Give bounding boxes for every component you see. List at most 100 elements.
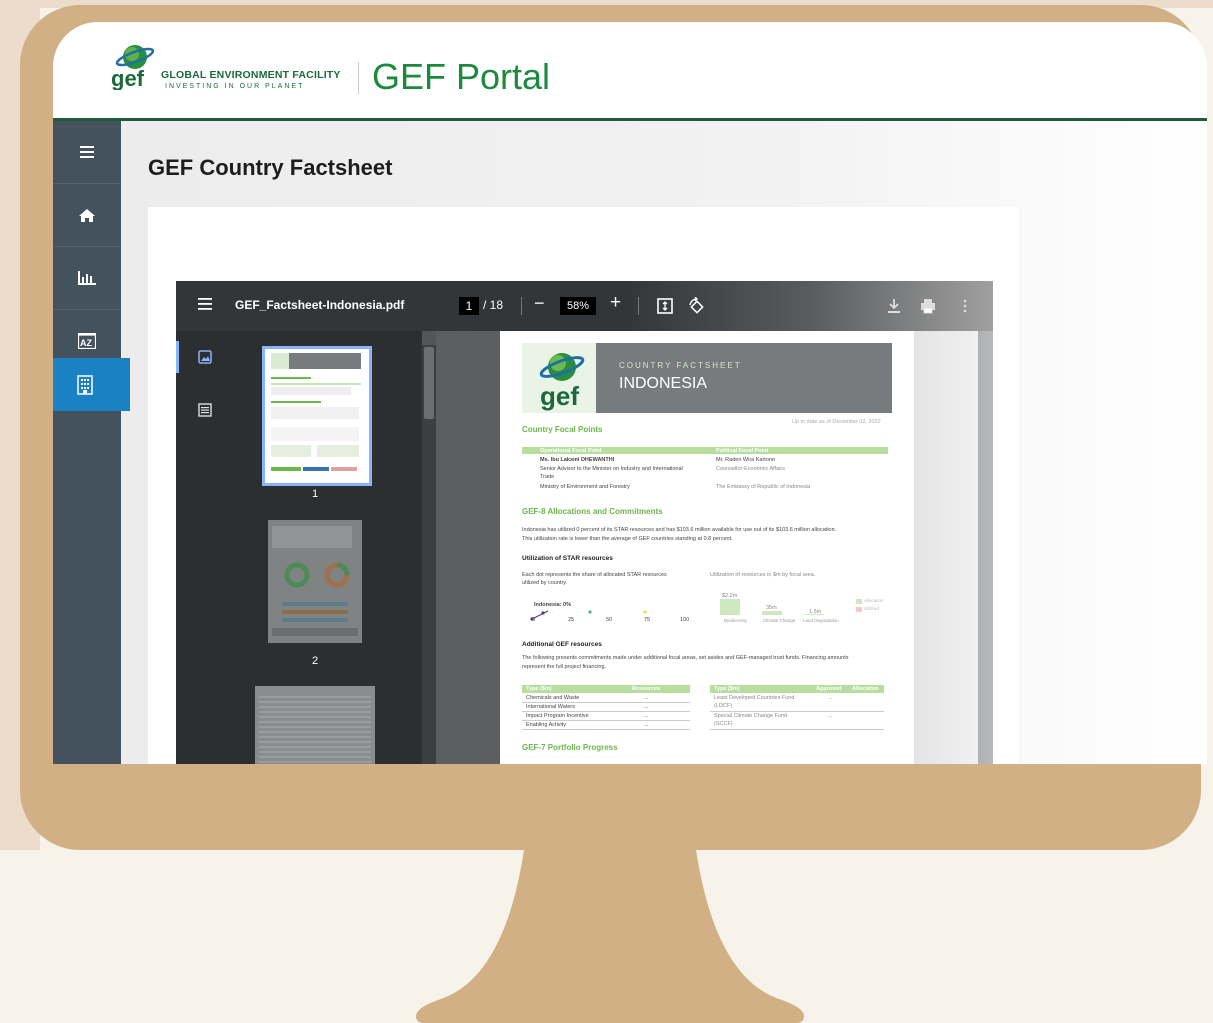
table-cell: International Waters xyxy=(526,704,576,710)
gef-globe-icon: gef xyxy=(539,353,585,411)
table-cell: ... xyxy=(828,713,833,719)
zoom-out-button[interactable]: − xyxy=(534,293,545,314)
gef-logo-icon[interactable]: gef xyxy=(108,40,158,90)
thumbnail-label: 2 xyxy=(312,655,319,667)
table-header: Allocation xyxy=(852,686,879,692)
table-cell: Impact Program Incentive xyxy=(526,713,589,719)
screen: gef GLOBAL ENVIRONMENT FACILITY INVESTIN… xyxy=(53,22,1207,764)
table-cell: Enabling Activity xyxy=(526,722,567,728)
page-number-input[interactable]: 1 xyxy=(459,297,479,315)
page-thumbnail[interactable] xyxy=(262,346,372,486)
table-cell: ... xyxy=(644,695,649,701)
sidebar-item-reports[interactable] xyxy=(53,247,121,310)
toolbar-divider xyxy=(521,297,522,315)
additional-text-cont: represent the full project financing. xyxy=(522,664,607,670)
pdf-page-area: gef COUNTRY FACTSHEET INDONESIA Up to da… xyxy=(436,331,993,764)
legend-label: Allocation xyxy=(864,598,884,603)
sidebar-item-menu[interactable] xyxy=(53,121,121,184)
header-divider xyxy=(358,62,359,94)
scrollbar-thumb[interactable] xyxy=(424,347,434,419)
download-icon[interactable] xyxy=(885,297,903,315)
monitor-stand xyxy=(416,850,804,1023)
pdf-viewer: GEF_Factsheet-Indonesia.pdf 1 / 18 − 58%… xyxy=(176,281,993,764)
print-icon[interactable] xyxy=(919,297,937,315)
table-cell: ... xyxy=(828,695,833,701)
page-thumbnail[interactable] xyxy=(268,520,362,643)
menu-icon[interactable] xyxy=(198,298,212,310)
bar-category: Land Degradation xyxy=(803,618,839,623)
update-date: Up to date as of December 02, 2022 xyxy=(792,419,881,425)
operational-name: Ms. Ibu Laksmi DHEWANTHI xyxy=(540,457,615,463)
political-name: Mr. Raden Wira Kartono xyxy=(716,457,775,463)
pdf-page: gef COUNTRY FACTSHEET INDONESIA Up to da… xyxy=(500,331,914,764)
building-icon xyxy=(77,374,93,395)
monitor-inner: gef GLOBAL ENVIRONMENT FACILITY INVESTIN… xyxy=(20,5,1207,850)
more-options-icon[interactable] xyxy=(956,297,974,315)
rotate-icon[interactable] xyxy=(687,297,705,315)
allocations-text-cont: This utilization rate is lower than the … xyxy=(522,536,733,542)
thumbnail-label: 1 xyxy=(312,488,319,500)
org-tagline: INVESTING IN OUR PLANET xyxy=(165,83,305,90)
additional-text: The following presents commitments made … xyxy=(522,655,849,661)
pdf-filename: GEF_Factsheet-Indonesia.pdf xyxy=(235,298,405,312)
page-title: GEF Country Factsheet xyxy=(148,155,393,180)
table-header: Approved xyxy=(816,686,842,692)
table-cell: Special Climate Change Fund xyxy=(714,713,788,719)
thumbnail-nav xyxy=(176,331,220,764)
table-cell: Chemicals and Waste xyxy=(526,695,580,701)
star-description: Each dot represents the share of allocat… xyxy=(522,572,667,578)
operational-title: Senior Advisor to the Minister on Indust… xyxy=(540,466,683,472)
portfolio-heading: GEF-7 Portfolio Progress xyxy=(522,743,618,752)
bar-climate-change xyxy=(762,611,782,615)
additional-heading: Additional GEF resources xyxy=(522,641,602,648)
axis-tick: 50 xyxy=(606,617,613,623)
star-description-cont: utilized by country. xyxy=(522,580,568,586)
az-icon: AZ xyxy=(78,333,96,349)
bar-land-degradation xyxy=(804,614,824,615)
zoom-input[interactable]: 58% xyxy=(560,297,596,315)
zoom-in-button[interactable]: + xyxy=(610,292,621,314)
portal-header: gef GLOBAL ENVIRONMENT FACILITY INVESTIN… xyxy=(53,22,1207,121)
table-cell: ... xyxy=(644,713,649,719)
bar-category: Climate Change xyxy=(763,618,796,623)
banner-subtitle: COUNTRY FACTSHEET xyxy=(619,361,742,370)
page-total: / 18 xyxy=(483,298,504,312)
svg-text:AZ: AZ xyxy=(80,338,92,348)
image-thumbnails-icon[interactable] xyxy=(198,350,212,364)
page-thumbnail[interactable] xyxy=(255,686,375,764)
focal-points-heading: Country Focal Points xyxy=(522,425,603,434)
table-cell: (SCCF) xyxy=(714,721,733,727)
active-indicator xyxy=(176,341,179,373)
factsheet-banner: gef COUNTRY FACTSHEET INDONESIA xyxy=(522,343,892,413)
sidebar: AZ xyxy=(53,121,121,764)
sidebar-item-countries[interactable] xyxy=(53,358,130,411)
outline-icon[interactable] xyxy=(198,403,212,417)
fit-page-icon[interactable] xyxy=(656,297,674,315)
main-content: GEF Country Factsheet GEF_Factsheet-Indo… xyxy=(121,121,1207,764)
axis-tick: 25 xyxy=(568,617,575,623)
table-cell: (LDCF) xyxy=(714,703,733,709)
thumbnail-panel: 1 2 xyxy=(176,331,422,764)
political-header: Political Focal Point xyxy=(716,448,769,454)
table-header: Type ($m) xyxy=(526,686,552,692)
table-cell: ... xyxy=(644,722,649,728)
svg-text:gef: gef xyxy=(111,66,145,90)
menu-icon xyxy=(80,146,94,158)
portal-title[interactable]: GEF Portal xyxy=(372,56,550,98)
axis-tick: 100 xyxy=(680,617,690,623)
banner-logo: gef xyxy=(522,343,596,413)
axis-tick: 75 xyxy=(644,617,651,623)
table-header: Resources xyxy=(632,686,661,692)
political-org: The Embassy of Republic of Indonesia xyxy=(716,484,811,490)
toolbar-divider xyxy=(638,297,639,315)
axis-tick: 0 xyxy=(532,617,536,623)
political-title: Counsellor-Economic Affairs xyxy=(716,466,785,472)
sidebar-item-home[interactable] xyxy=(53,184,121,247)
allocations-heading: GEF-8 Allocations and Commitments xyxy=(522,507,663,516)
pdf-toolbar: GEF_Factsheet-Indonesia.pdf 1 / 18 − 58%… xyxy=(176,281,993,331)
page-edge xyxy=(914,331,978,764)
svg-text:gef: gef xyxy=(540,381,579,411)
star-dot-plot xyxy=(530,610,647,621)
bar-chart-icon xyxy=(78,271,96,285)
star-right-description: Utilization of resources in $m by focal … xyxy=(710,572,816,578)
